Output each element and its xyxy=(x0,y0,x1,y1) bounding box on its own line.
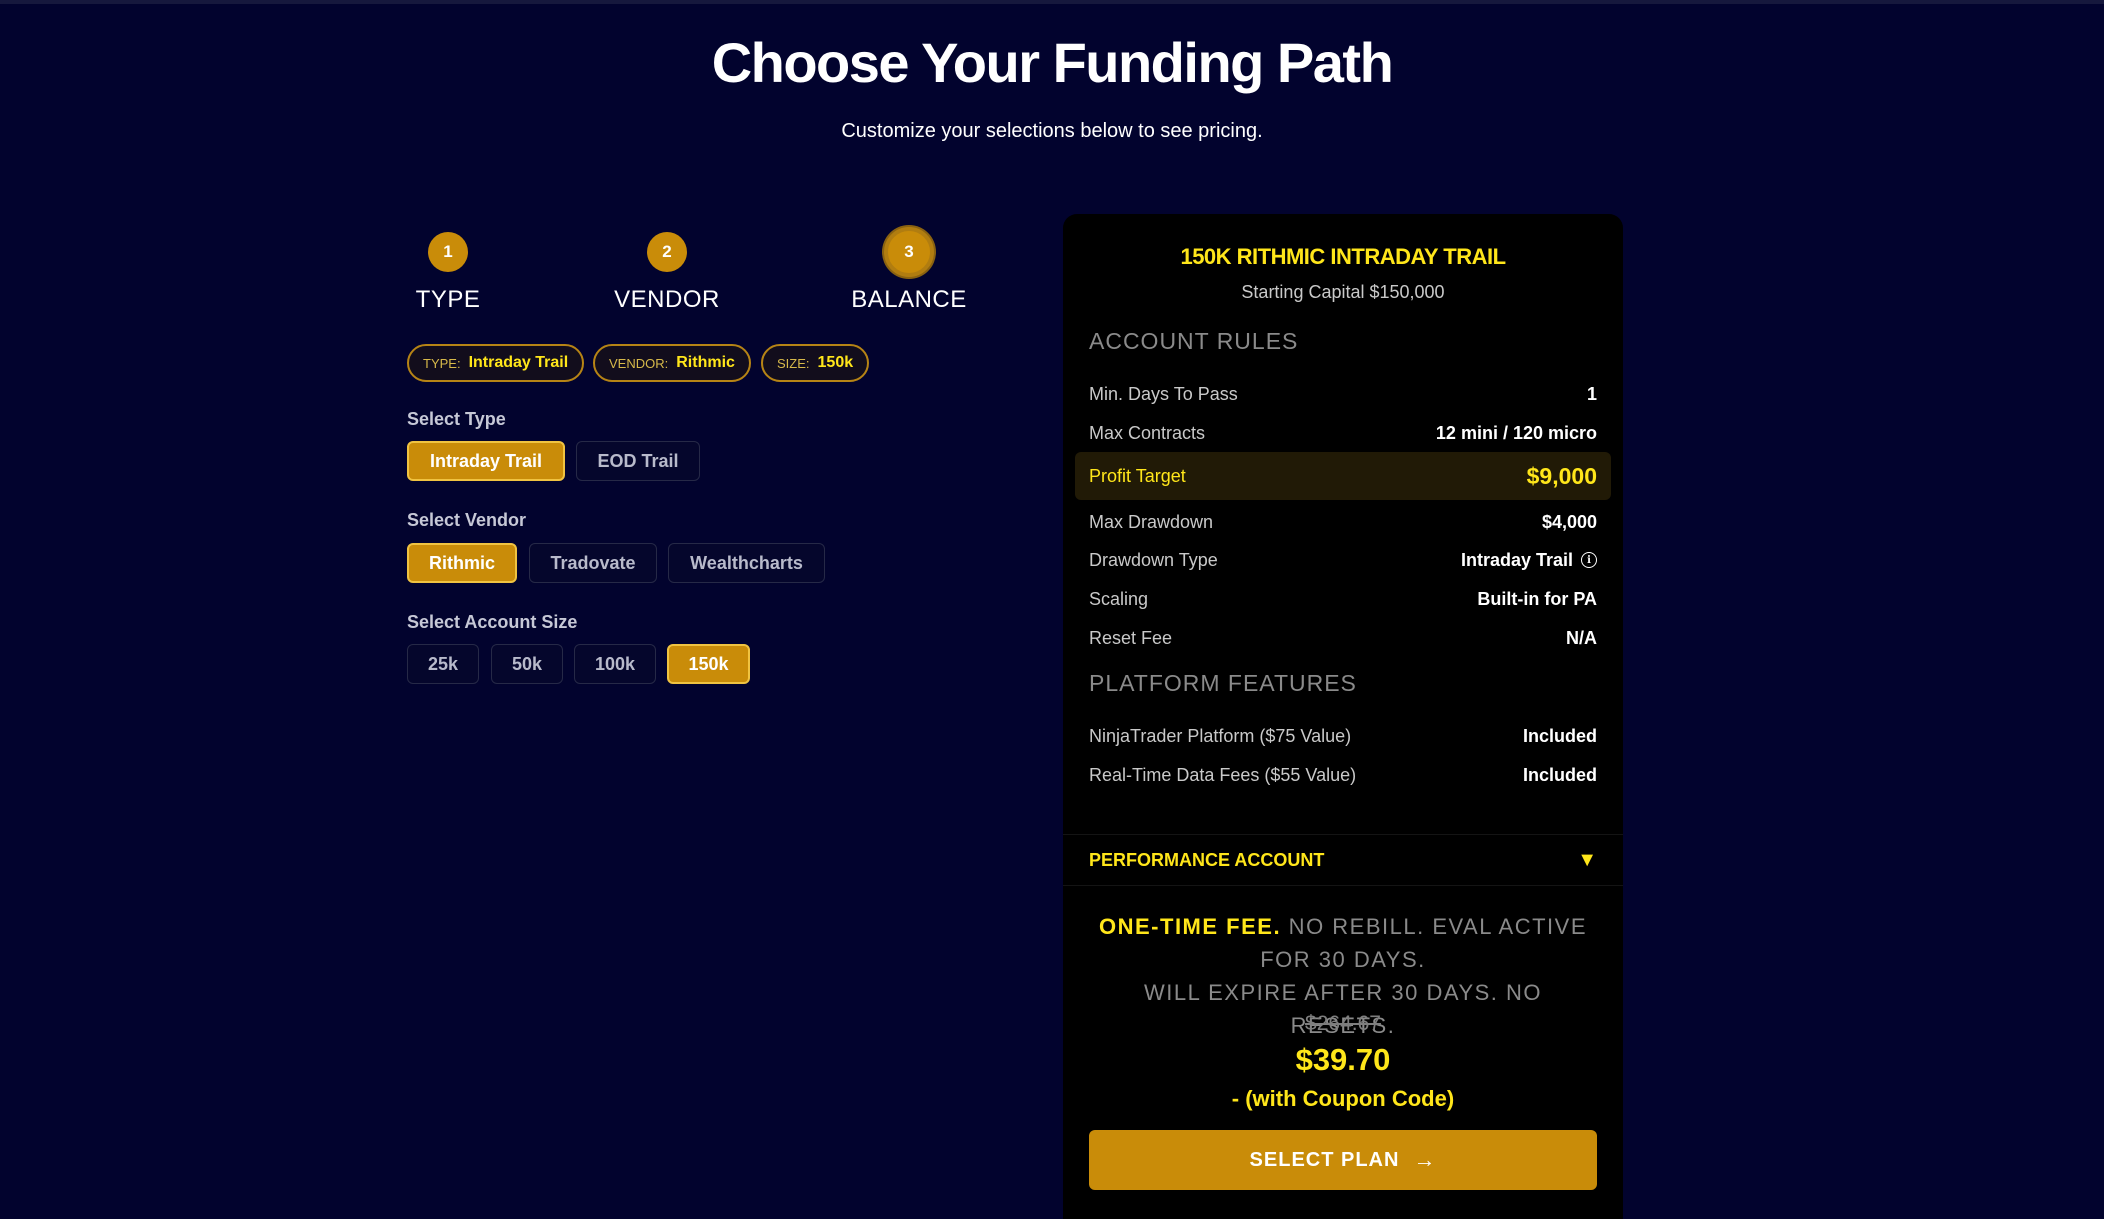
rule-label: Max Drawdown xyxy=(1089,511,1214,532)
rule-row-profit-target: Profit Target $9,000 xyxy=(1075,452,1611,500)
feature-label: Real-Time Data Fees ($55 Value) xyxy=(1089,764,1357,785)
performance-account-toggle[interactable]: PERFORMANCE ACCOUNT ▼ xyxy=(1063,834,1623,886)
summary-pill-type: TYPE: Intraday Trail xyxy=(407,344,585,382)
fee-line-1: NO REBILL. EVAL ACTIVE FOR 30 DAYS. xyxy=(1260,914,1587,972)
step-type: 1 TYPE xyxy=(368,232,528,314)
info-icon[interactable]: i xyxy=(1581,552,1597,568)
account-rules-heading: ACCOUNT RULES xyxy=(1089,328,1299,354)
discounted-price: $39.70 xyxy=(1295,1042,1391,1077)
pill-value: 150k xyxy=(817,354,854,371)
step-number-badge-active: 3 xyxy=(884,227,934,277)
performance-account-label: PERFORMANCE ACCOUNT xyxy=(1089,849,1325,870)
rule-label: Scaling xyxy=(1089,588,1149,609)
rule-label: Max Contracts xyxy=(1089,422,1206,443)
vendor-option-tradovate[interactable]: Tradovate xyxy=(529,543,657,583)
plan-summary-card: 150K RITHMIC INTRADAY TRAIL Starting Cap… xyxy=(1063,214,1623,1219)
coupon-note: - (with Coupon Code) xyxy=(1231,1086,1455,1111)
rule-value: N/A xyxy=(1566,627,1597,648)
rule-value-with-info: Intraday Trail i xyxy=(1461,550,1597,571)
type-option-eod-trail[interactable]: EOD Trail xyxy=(576,441,700,481)
fee-strong: ONE-TIME FEE. xyxy=(1099,914,1282,939)
rule-row-max-contracts: Max Contracts 12 mini / 120 micro xyxy=(1089,415,1597,451)
type-option-intraday-trail[interactable]: Intraday Trail xyxy=(407,441,565,481)
arrow-right-icon: → xyxy=(1413,1147,1437,1172)
rule-row-drawdown-type: Drawdown Type Intraday Trail i xyxy=(1089,542,1597,578)
chevron-down-icon: ▼ xyxy=(1577,848,1597,871)
size-option-100k[interactable]: 100k xyxy=(574,644,656,684)
pill-key: SIZE: xyxy=(777,355,810,371)
pill-key: VENDOR: xyxy=(609,355,669,371)
select-type-label: Select Type xyxy=(407,409,506,429)
top-border xyxy=(0,0,2104,4)
page-subtitle: Customize your selections below to see p… xyxy=(841,120,1263,142)
starting-capital: Starting Capital $150,000 xyxy=(1241,282,1445,302)
select-size-label: Select Account Size xyxy=(407,612,578,632)
original-price: $264.67 xyxy=(1305,1012,1381,1035)
rule-value: 1 xyxy=(1586,383,1597,404)
step-number-badge: 1 xyxy=(428,232,468,272)
size-option-50k[interactable]: 50k xyxy=(491,644,563,684)
summary-pill-vendor: VENDOR: Rithmic xyxy=(593,344,751,382)
rule-row-min-days: Min. Days To Pass 1 xyxy=(1089,376,1597,412)
size-option-25k[interactable]: 25k xyxy=(407,644,479,684)
feature-value: Included xyxy=(1522,725,1597,746)
step-label: BALANCE xyxy=(851,286,967,313)
step-vendor: 2 VENDOR xyxy=(587,232,747,314)
rule-value: 12 mini / 120 micro xyxy=(1435,422,1597,443)
rule-row-max-drawdown: Max Drawdown $4,000 xyxy=(1089,504,1597,540)
select-plan-button[interactable]: SELECT PLAN → xyxy=(1089,1130,1597,1190)
rule-value: Intraday Trail xyxy=(1460,549,1573,570)
rule-label: Drawdown Type xyxy=(1089,549,1218,570)
rule-value: Built-in for PA xyxy=(1477,588,1597,609)
vendor-option-wealthcharts[interactable]: Wealthcharts xyxy=(668,543,825,583)
step-label: VENDOR xyxy=(614,286,720,313)
summary-pill-size: SIZE: 150k xyxy=(761,344,870,382)
pill-value: Intraday Trail xyxy=(468,354,569,371)
step-number-badge: 2 xyxy=(647,232,687,272)
feature-row-ninjatrader: NinjaTrader Platform ($75 Value) Include… xyxy=(1089,718,1597,754)
rule-value: $4,000 xyxy=(1541,511,1597,532)
select-plan-label: SELECT PLAN xyxy=(1249,1148,1400,1171)
rule-label: Reset Fee xyxy=(1089,627,1173,648)
plan-title: 150K RITHMIC INTRADAY TRAIL xyxy=(1180,244,1506,269)
rule-row-reset-fee: Reset Fee N/A xyxy=(1089,620,1597,656)
select-vendor-label: Select Vendor xyxy=(407,510,527,530)
pill-value: Rithmic xyxy=(676,354,735,371)
page-title: Choose Your Funding Path xyxy=(711,31,1394,94)
platform-features-heading: PLATFORM FEATURES xyxy=(1089,670,1357,696)
feature-label: NinjaTrader Platform ($75 Value) xyxy=(1089,725,1352,746)
size-option-150k[interactable]: 150k xyxy=(667,644,750,684)
feature-row-data-fees: Real-Time Data Fees ($55 Value) Included xyxy=(1089,757,1597,793)
step-balance: 3 BALANCE xyxy=(829,227,989,314)
vendor-option-rithmic[interactable]: Rithmic xyxy=(407,543,517,583)
pill-key: TYPE: xyxy=(423,355,461,371)
rule-label: Profit Target xyxy=(1089,465,1186,486)
feature-value: Included xyxy=(1522,764,1597,785)
rule-row-scaling: Scaling Built-in for PA xyxy=(1089,581,1597,617)
rule-label: Min. Days To Pass xyxy=(1089,383,1238,404)
step-label: TYPE xyxy=(415,286,481,313)
rule-value: $9,000 xyxy=(1526,462,1597,489)
